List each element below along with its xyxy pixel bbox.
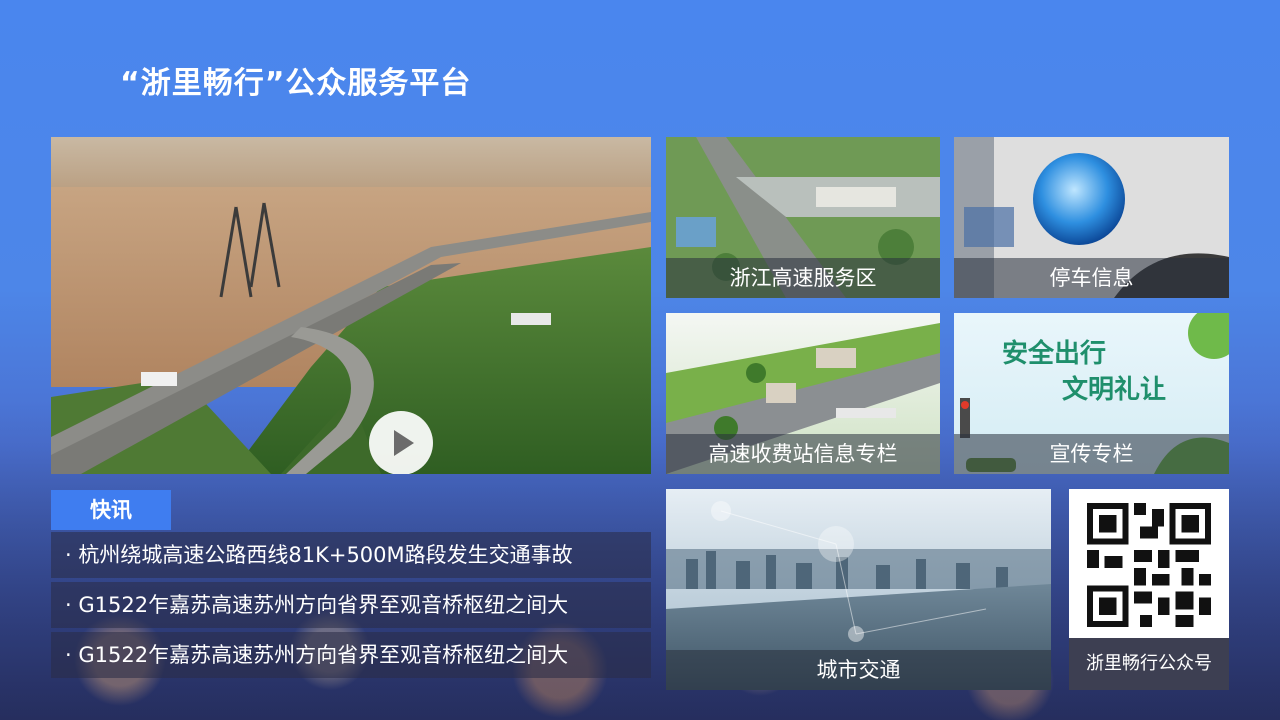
service-area-caption: 浙江高速服务区 (666, 258, 940, 298)
featured-video[interactable] (51, 137, 651, 474)
publicity-banner-line1: 安全出行 (1002, 339, 1107, 369)
play-icon (394, 430, 414, 456)
qr-caption: 浙里畅行公众号 (1069, 638, 1229, 690)
news-item-2[interactable]: · G1522乍嘉苏高速苏州方向省界至观音桥枢纽之间大 (51, 582, 651, 628)
bridge-video-thumbnail (51, 137, 651, 474)
news-header: 快讯 (51, 490, 171, 530)
page-title: “浙里畅行”公众服务平台 (120, 66, 472, 101)
service-area-tile[interactable]: 浙江高速服务区 (666, 137, 940, 298)
city-traffic-tile[interactable]: 城市交通 (666, 489, 1051, 690)
news-item-1[interactable]: · 杭州绕城高速公路西线81K+500M路段发生交通事故 (51, 532, 651, 578)
toll-station-caption: 高速收费站信息专栏 (666, 434, 940, 474)
city-traffic-caption: 城市交通 (666, 650, 1051, 690)
qr-card[interactable]: 浙里畅行公众号 (1069, 489, 1229, 690)
news-list: · 杭州绕城高速公路西线81K+500M路段发生交通事故 · G1522乍嘉苏高… (51, 532, 651, 682)
globe-icon (1033, 153, 1125, 245)
publicity-tile[interactable]: 安全出行 文明礼让 宣传专栏 (954, 313, 1229, 474)
publicity-caption: 宣传专栏 (954, 434, 1229, 474)
publicity-banner-line2: 文明礼让 (1062, 375, 1167, 405)
news-item-3[interactable]: · G1522乍嘉苏高速苏州方向省界至观音桥枢纽之间大 (51, 632, 651, 678)
play-button[interactable] (369, 411, 433, 474)
qr-code-icon (1087, 503, 1211, 627)
parking-caption: 停车信息 (954, 258, 1229, 298)
toll-station-tile[interactable]: 高速收费站信息专栏 (666, 313, 940, 474)
parking-tile[interactable]: 停车信息 (954, 137, 1229, 298)
